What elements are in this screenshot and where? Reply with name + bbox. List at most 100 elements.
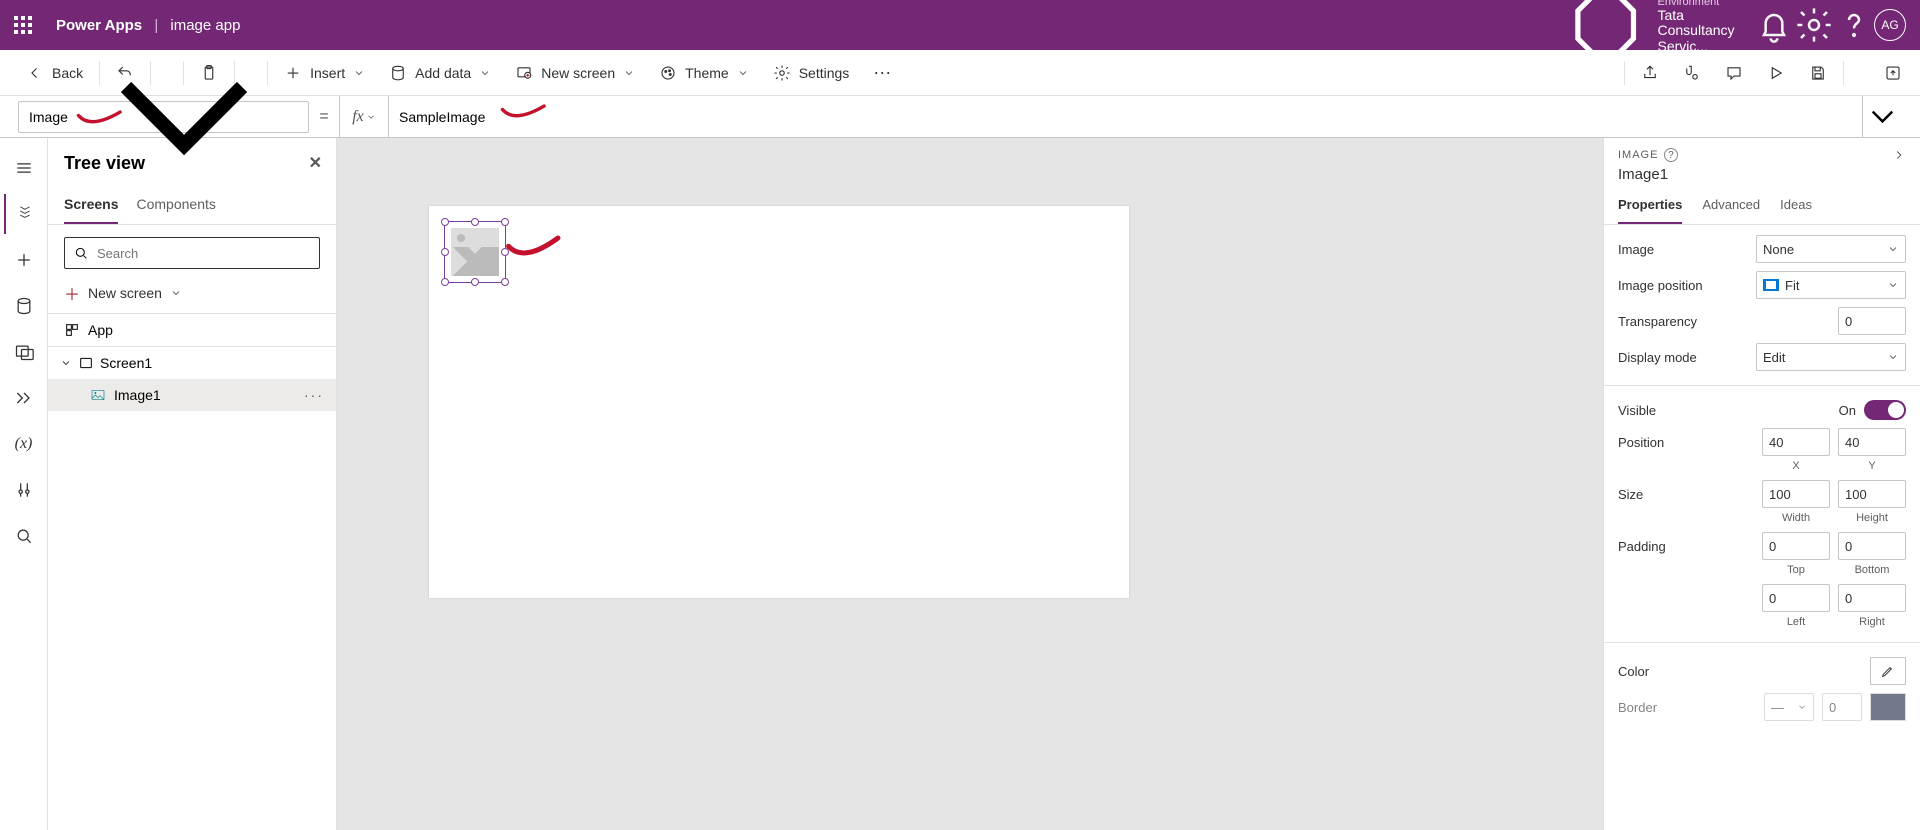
rail-media[interactable]	[4, 332, 44, 372]
position-x-input[interactable]: 40	[1762, 428, 1830, 456]
rail-data[interactable]	[4, 286, 44, 326]
theme-button[interactable]: Theme	[649, 58, 759, 88]
top-caption: Top	[1762, 564, 1830, 576]
prop-image-select[interactable]: None	[1756, 235, 1906, 263]
prop-visible-label: Visible	[1618, 403, 1839, 418]
tree-search-input[interactable]	[97, 246, 311, 261]
resize-handle[interactable]	[501, 218, 509, 226]
screen-label: Screen1	[100, 355, 152, 371]
notifications-icon[interactable]	[1754, 5, 1794, 45]
share-button[interactable]	[1631, 58, 1669, 88]
plus-icon: ＋	[64, 281, 80, 305]
rail-search[interactable]	[4, 516, 44, 556]
add-data-button[interactable]: Add data	[379, 58, 501, 88]
expand-formula-button[interactable]	[1862, 96, 1902, 138]
waffle-icon[interactable]	[14, 16, 32, 34]
rail-tree-view[interactable]	[4, 194, 44, 234]
resize-handle[interactable]	[441, 218, 449, 226]
overflow-menu[interactable]: ···	[863, 56, 901, 89]
formula-text: SampleImage	[399, 109, 485, 125]
border-style-select[interactable]: —	[1764, 693, 1814, 721]
tree-screen-node[interactable]: Screen1	[48, 347, 336, 379]
preview-button[interactable]	[1757, 58, 1795, 88]
selected-image-control[interactable]	[444, 221, 506, 283]
canvas-area[interactable]	[337, 138, 1604, 830]
environment-value: Tata Consultancy Servic...	[1658, 8, 1737, 54]
rail-insert[interactable]	[4, 240, 44, 280]
formula-bar: Image = fx SampleImage	[0, 96, 1920, 138]
help-icon[interactable]	[1834, 5, 1874, 45]
tab-ideas[interactable]: Ideas	[1780, 191, 1812, 224]
left-caption: Left	[1762, 616, 1830, 628]
padding-right-input[interactable]: 0	[1838, 584, 1906, 612]
border-color-button[interactable]	[1870, 693, 1906, 721]
prop-transparency-input[interactable]: 0	[1838, 307, 1906, 335]
x-caption: X	[1762, 460, 1830, 472]
annotation-check-icon	[75, 108, 127, 130]
tab-advanced[interactable]: Advanced	[1702, 191, 1760, 224]
close-tree-button[interactable]: ✕	[309, 153, 322, 173]
rail-flows[interactable]	[4, 378, 44, 418]
padding-top-input[interactable]: 0	[1762, 532, 1830, 560]
visible-toggle[interactable]	[1864, 400, 1906, 420]
canvas-screen[interactable]	[429, 206, 1129, 598]
padding-left-input[interactable]: 0	[1762, 584, 1830, 612]
prop-imgpos-select[interactable]: Fit	[1756, 271, 1906, 299]
image-node-label: Image1	[114, 387, 161, 403]
environment-icon	[1564, 0, 1647, 67]
tree-search[interactable]	[64, 237, 320, 269]
settings-button[interactable]: Settings	[763, 58, 860, 88]
new-screen-text: New screen	[88, 285, 162, 301]
prop-display-select[interactable]: Edit	[1756, 343, 1906, 371]
add-data-label: Add data	[415, 65, 471, 81]
chevron-down-icon	[170, 287, 182, 299]
collapse-properties-icon[interactable]	[1892, 148, 1906, 162]
environment-picker[interactable]: Environment Tata Consultancy Servic...	[1564, 0, 1736, 67]
user-avatar[interactable]: AG	[1874, 9, 1906, 41]
color-picker-button[interactable]	[1870, 657, 1906, 685]
fx-button[interactable]: fx	[339, 96, 389, 138]
save-menu[interactable]	[1850, 61, 1870, 85]
settings-gear-icon[interactable]	[1794, 5, 1834, 45]
app-checker-button[interactable]	[1673, 58, 1711, 88]
chevron-down-icon	[60, 357, 72, 369]
annotation-check-icon	[499, 102, 551, 124]
publish-button[interactable]	[1874, 58, 1912, 88]
border-width-input[interactable]: 0	[1822, 693, 1862, 721]
height-input[interactable]: 100	[1838, 480, 1906, 508]
prop-size-label: Size	[1618, 487, 1762, 502]
property-selector[interactable]: Image	[18, 101, 309, 133]
settings-label: Settings	[799, 65, 850, 81]
resize-handle[interactable]	[441, 248, 449, 256]
prop-transparency-label: Transparency	[1618, 314, 1838, 329]
width-caption: Width	[1762, 512, 1830, 524]
help-icon[interactable]: ?	[1664, 148, 1678, 162]
new-screen-button[interactable]: New screen	[505, 58, 645, 88]
resize-handle[interactable]	[501, 278, 509, 286]
tree-app-node[interactable]: App	[48, 314, 336, 347]
padding-bottom-input[interactable]: 0	[1838, 532, 1906, 560]
tree-new-screen[interactable]: ＋ New screen	[48, 277, 336, 314]
prop-display-label: Display mode	[1618, 350, 1756, 365]
rail-hamburger[interactable]	[4, 148, 44, 188]
bottom-caption: Bottom	[1838, 564, 1906, 576]
save-button[interactable]	[1799, 58, 1837, 88]
y-caption: Y	[1838, 460, 1906, 472]
width-input[interactable]: 100	[1762, 480, 1830, 508]
comments-button[interactable]	[1715, 58, 1753, 88]
rail-variables[interactable]: (x)	[4, 424, 44, 464]
app-icon	[64, 322, 80, 338]
tab-properties[interactable]: Properties	[1618, 191, 1682, 224]
formula-input[interactable]: SampleImage	[389, 96, 1862, 138]
theme-label: Theme	[685, 65, 729, 81]
rail-tools[interactable]	[4, 470, 44, 510]
annotation-check-icon	[504, 231, 567, 269]
tree-view-pane: Tree view ✕ Screens Components ＋ New scr…	[48, 138, 337, 830]
resize-handle[interactable]	[441, 278, 449, 286]
position-y-input[interactable]: 40	[1838, 428, 1906, 456]
property-name: Image	[29, 109, 68, 125]
resize-handle[interactable]	[471, 218, 479, 226]
node-more-button[interactable]: ···	[304, 387, 324, 403]
tree-image-node[interactable]: Image1 ···	[48, 379, 336, 411]
resize-handle[interactable]	[471, 278, 479, 286]
